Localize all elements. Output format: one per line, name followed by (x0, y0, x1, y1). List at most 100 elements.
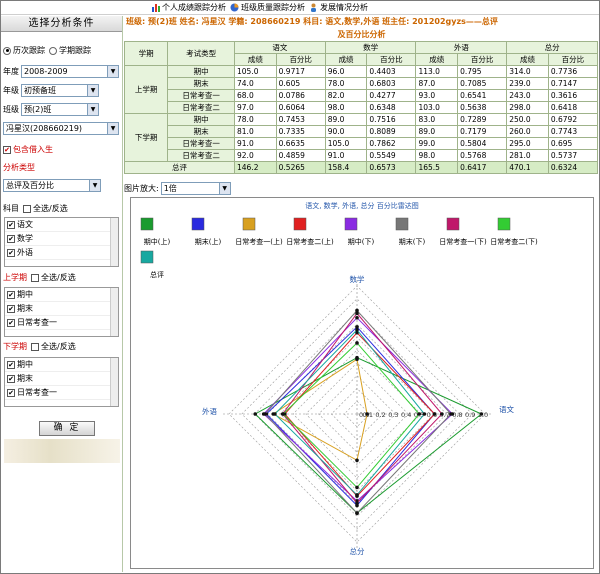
chart-title: 语文, 数学, 外语, 总分 百分比雷达图 (305, 201, 419, 210)
value-cell: 0.4403 (366, 65, 417, 78)
list-item[interactable]: ✔ 外语 (5, 246, 118, 260)
mode-history-radio[interactable] (3, 46, 11, 55)
chevron-down-icon: ▼ (107, 123, 118, 134)
nav-class-analysis[interactable]: 班级质量跟踪分析 (230, 2, 305, 13)
checkbox[interactable]: ✔ (7, 248, 15, 257)
subject-select-all-checkbox[interactable] (23, 204, 31, 213)
value-cell: 0.4859 (275, 149, 326, 162)
list-item[interactable]: ✔ 期中 (5, 288, 118, 302)
legend-swatch (242, 217, 256, 231)
data-point (355, 311, 359, 316)
analysis-type-value: 总评及百分比 (6, 181, 54, 190)
term-cell: 总评 (123, 161, 236, 174)
analysis-type-select[interactable]: 总评及百分比 ▼ (3, 179, 101, 192)
value-cell: 97.0 (234, 101, 277, 114)
tick-label: 0.4 (401, 411, 411, 419)
legend-swatch (191, 217, 205, 231)
chevron-down-icon: ▼ (218, 183, 230, 194)
analysis-type-label: 分析类型 (3, 163, 35, 172)
table-row: 上学期 期中 105.0 0.9717 96.0 0.4403 113.0 0.795 314.… (123, 65, 599, 114)
axis-label: 外语 (202, 406, 217, 416)
checkbox[interactable]: ✔ (7, 374, 15, 383)
value-cell: 0.7862 (366, 137, 417, 150)
list-item[interactable]: ✔ 语文 (5, 218, 118, 232)
checkbox[interactable]: ✔ (7, 290, 15, 299)
data-point (355, 357, 359, 362)
student-select[interactable]: 冯星汉(208660219) ▼ (3, 122, 119, 135)
value-cell: 78.0 (234, 113, 277, 126)
term1-label: 上学期 (3, 273, 27, 282)
value-cell: 105.0 (324, 137, 368, 150)
chevron-down-icon: ▼ (89, 180, 100, 191)
scrollbar[interactable] (110, 288, 118, 336)
value-cell: 470.1 (506, 161, 549, 174)
term2-select-all-checkbox[interactable] (31, 342, 39, 351)
chevron-down-icon: ▼ (87, 104, 98, 115)
data-point (355, 485, 359, 490)
list-item[interactable]: ✔ 日常考查一 (5, 316, 118, 330)
checkbox[interactable]: ✔ (7, 388, 15, 397)
nav-development-analysis[interactable]: 发展情况分析 (309, 2, 368, 13)
table-body: 上学期 期中 105.0 0.9717 96.0 0.4403 113.0 0.795 314.… (123, 65, 599, 174)
value-cell: 0.5768 (457, 149, 508, 162)
mode-term-label: 学期跟踪 (59, 46, 91, 55)
series-line (254, 357, 483, 514)
zoom-select[interactable]: 1倍 ▼ (160, 182, 231, 195)
data-point (355, 328, 359, 332)
data-point (432, 412, 437, 416)
confirm-button[interactable]: 确 定 (39, 421, 95, 436)
legend-label: 期中(上) (144, 237, 171, 246)
exam-cell: 日常考查二 (167, 101, 236, 114)
include-transfer-checkbox[interactable]: ✔ (3, 145, 11, 154)
exam-name: 日常考查一 (17, 388, 57, 397)
data-point (253, 412, 258, 416)
checkbox[interactable]: ✔ (7, 360, 15, 369)
list-item[interactable]: ✔ 日常考查一 (5, 386, 118, 400)
top-nav: 个人成绩跟踪分析 班级质量跟踪分析 发展情况分析 (1, 1, 599, 15)
value-cell: 93.0 (415, 89, 459, 102)
pie-chart-icon (230, 3, 239, 12)
select-all-label: 全选/反选 (33, 204, 68, 213)
legend-swatch (140, 250, 154, 264)
scrollbar[interactable] (110, 218, 118, 266)
mode-term-radio[interactable] (49, 46, 57, 55)
checkbox[interactable]: ✔ (7, 304, 15, 313)
table-row: 日常考查一 91.0 0.6635 105.0 0.7862 99.0 0.5804 295.… (125, 137, 599, 150)
grade-select[interactable]: 初预备班 ▼ (21, 84, 99, 97)
nav-personal-analysis[interactable]: 个人成绩跟踪分析 (151, 2, 226, 13)
value-cell: 0.6348 (366, 101, 417, 114)
value-cell: 0.7453 (275, 113, 326, 126)
col-score: 成绩 (506, 53, 549, 66)
mode-radio-group: 历次跟踪 学期跟踪 (3, 45, 91, 56)
class-select[interactable]: 预(2)班 ▼ (21, 103, 99, 116)
col-score: 成绩 (234, 53, 277, 66)
checkbox[interactable]: ✔ (7, 220, 15, 229)
value-cell: 91.0 (324, 149, 368, 162)
list-item[interactable]: ✔ 期末 (5, 302, 118, 316)
list-item[interactable]: ✔ 数学 (5, 232, 118, 246)
subject-name: 语文 (17, 220, 33, 229)
select-all-label: 全选/反选 (41, 273, 76, 282)
list-item[interactable]: ✔ 期末 (5, 372, 118, 386)
term1-select-all-checkbox[interactable] (31, 273, 39, 282)
checkbox[interactable]: ✔ (7, 234, 15, 243)
sidebar: 选择分析条件 历次跟踪 学期跟踪 年度 2008-2009 ▼ 年级 初预备班 ▼ … (1, 16, 123, 572)
class-value: 预(2)班 (24, 105, 52, 114)
col-score: 成绩 (324, 53, 368, 66)
value-cell: 81.0 (234, 125, 277, 138)
decorative-banner (4, 439, 120, 463)
list-item[interactable]: ✔ 期中 (5, 358, 118, 372)
tick-label: 0.3 (388, 411, 398, 419)
value-cell: 0.7085 (457, 77, 508, 90)
exam-cell: 日常考查一 (167, 137, 236, 150)
value-cell: 0.6635 (275, 137, 326, 150)
exam-name: 日常考查一 (17, 318, 57, 327)
checkbox[interactable]: ✔ (7, 318, 15, 327)
value-cell: 74.0 (234, 77, 277, 90)
grade-label: 年级 (3, 86, 19, 95)
scrollbar[interactable] (110, 358, 118, 406)
chevron-down-icon: ▼ (87, 85, 98, 96)
value-cell: 105.0 (234, 65, 277, 78)
exam-name: 期中 (17, 290, 33, 299)
year-select[interactable]: 2008-2009 ▼ (21, 65, 119, 78)
